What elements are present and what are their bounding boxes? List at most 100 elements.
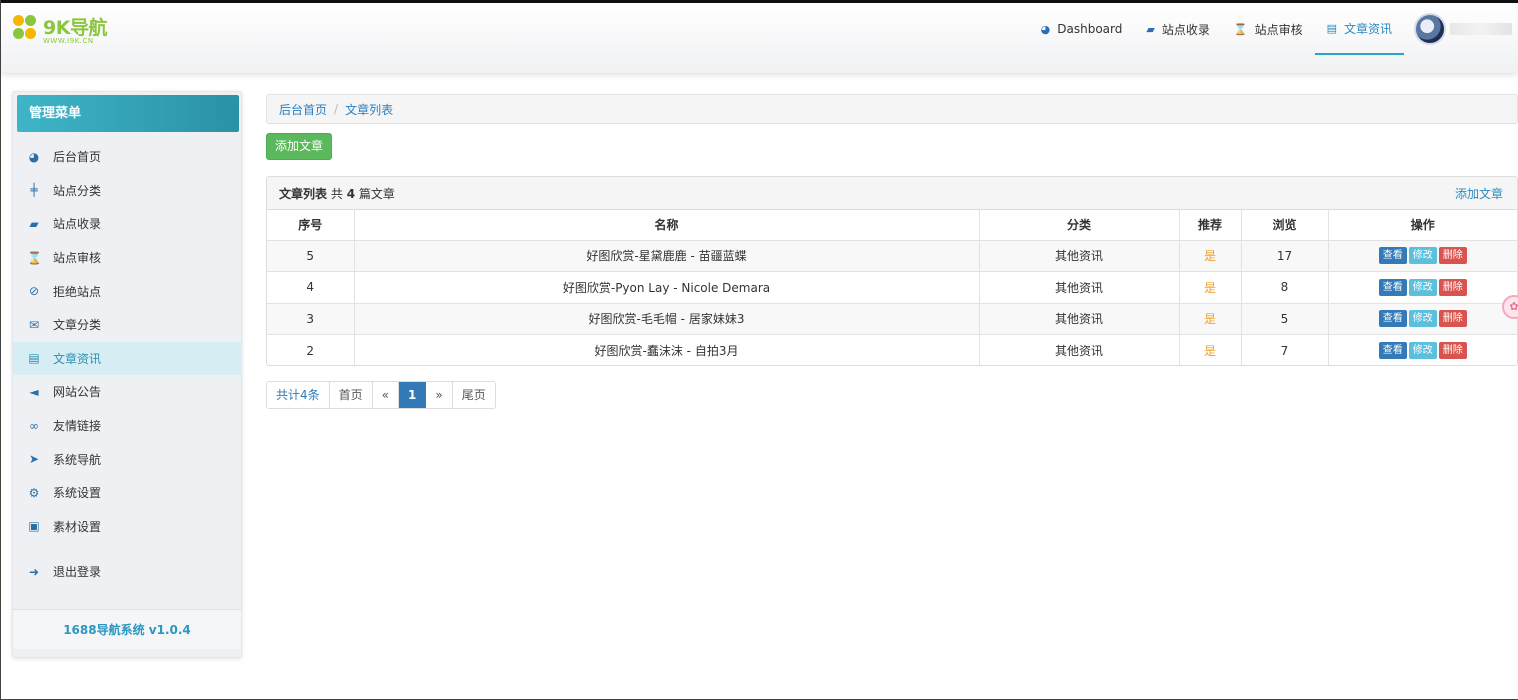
delete-button[interactable]: 删除 <box>1438 247 1467 265</box>
column-header-category: 分类 <box>979 210 1180 241</box>
panel-summary-suffix: 篇文章 <box>358 186 395 201</box>
panel-header: 文章列表 共 4 篇文章 添加文章 <box>267 177 1517 210</box>
article-count: 4 <box>346 186 356 201</box>
cell-name: 好图欣赏-星黛鹿鹿 - 苗疆蓝蝶 <box>354 240 980 272</box>
sidebar-item-label: 后台首页 <box>53 150 102 165</box>
pagination: 共计4条 首页 « 1 » 尾页 <box>266 381 496 409</box>
table-row: 3 好图欣赏-毛毛帽 - 居家妹妹3 其他资讯 是 5 查看 修改 删除 <box>267 303 1517 335</box>
pagination-first[interactable]: 首页 <box>329 382 373 408</box>
topnav-site-review[interactable]: ⌛ 站点审核 <box>1222 3 1315 55</box>
edit-button[interactable]: 修改 <box>1408 278 1437 296</box>
user-menu[interactable] <box>1404 3 1518 55</box>
table-header-row: 序号 名称 分类 推荐 浏览 操作 <box>267 210 1517 241</box>
cell-recommend: 是 <box>1179 240 1242 272</box>
view-button[interactable]: 查看 <box>1378 310 1407 328</box>
gear-icon: ⚙ <box>28 485 40 500</box>
delete-button[interactable]: 删除 <box>1438 278 1467 296</box>
dashboard-icon: ◕ <box>1040 22 1051 36</box>
location-arrow-icon: ➤ <box>28 452 40 467</box>
newspaper-icon: ▤ <box>28 351 40 366</box>
pagination-last[interactable]: 尾页 <box>452 382 495 408</box>
pagination-prev[interactable]: « <box>372 382 399 408</box>
sidebar-item-label: 退出登录 <box>53 565 102 580</box>
cell-id: 3 <box>267 303 355 335</box>
column-header-recommend: 推荐 <box>1179 210 1242 241</box>
cell-actions: 查看 修改 删除 <box>1328 240 1517 272</box>
sidebar-item-site-submission[interactable]: ▰ 站点收录 <box>13 207 241 241</box>
add-article-button[interactable]: 添加文章 <box>266 133 332 160</box>
sidebar-item-label: 站点收录 <box>53 217 102 232</box>
sidebar-item-announcements[interactable]: ◄ 网站公告 <box>13 375 241 409</box>
breadcrumb-home-link[interactable]: 后台首页 <box>279 101 327 118</box>
topnav-label: 文章资讯 <box>1343 21 1392 36</box>
sidebar-item-articles[interactable]: ▤ 文章资讯 <box>13 341 241 376</box>
signpost-icon: ╪ <box>30 183 38 198</box>
view-button[interactable]: 查看 <box>1378 278 1407 296</box>
article-list-panel: 文章列表 共 4 篇文章 添加文章 序号 名称 分类 推荐 浏览 操作 5 好图… <box>266 176 1518 366</box>
logo-petal <box>13 15 24 26</box>
cell-name: 好图欣赏-毛毛帽 - 居家妹妹3 <box>354 303 980 335</box>
sidebar-item-site-categories[interactable]: ╪ 站点分类 <box>13 174 241 208</box>
cell-views: 17 <box>1241 240 1329 272</box>
delete-button[interactable]: 删除 <box>1438 310 1467 328</box>
sidebar-item-logout[interactable]: ➜ 退出登录 <box>13 555 241 589</box>
sidebar-item-site-review[interactable]: ⌛ 站点审核 <box>13 241 241 275</box>
sidebar-item-friend-links[interactable]: ∞ 友情链接 <box>13 409 241 443</box>
logo-petal <box>25 28 36 39</box>
cell-views: 8 <box>1241 271 1329 304</box>
newspaper-icon: ▤ <box>1326 21 1337 35</box>
pagination-total: 共计4条 <box>267 382 330 408</box>
sidebar-item-media-settings[interactable]: ▣ 素材设置 <box>13 510 241 544</box>
sidebar-item-label: 系统设置 <box>53 486 102 501</box>
cell-recommend: 是 <box>1179 271 1242 304</box>
panel-title-text: 文章列表 <box>279 186 328 201</box>
view-button[interactable]: 查看 <box>1378 342 1407 359</box>
add-article-link[interactable]: 添加文章 <box>1455 185 1503 202</box>
breadcrumb-current[interactable]: 文章列表 <box>345 101 393 118</box>
site-logo[interactable]: 9K导航 WWW.I9K.CN <box>11 11 121 51</box>
table-row: 4 好图欣赏-Pyon Lay - Nicole Demara 其他资讯 是 8… <box>267 271 1517 304</box>
sidebar-item-label: 文章资讯 <box>53 351 102 366</box>
view-button[interactable]: 查看 <box>1378 247 1407 265</box>
cell-category: 其他资讯 <box>979 271 1180 304</box>
column-header-actions: 操作 <box>1328 210 1517 241</box>
hourglass-icon: ⌛ <box>27 250 42 265</box>
logo-text: 9K导航 <box>43 17 107 39</box>
top-navigation: ◕ Dashboard ▰ 站点收录 ⌛ 站点审核 ▤ 文章资讯 <box>1029 3 1518 73</box>
delete-button[interactable]: 删除 <box>1438 342 1467 359</box>
edit-button[interactable]: 修改 <box>1408 310 1437 328</box>
pagination-current-page[interactable]: 1 <box>399 382 427 408</box>
sidebar-item-system-settings[interactable]: ⚙ 系统设置 <box>13 476 241 510</box>
cell-recommend: 是 <box>1179 334 1242 365</box>
sidebar-item-article-categories[interactable]: ✉ 文章分类 <box>13 308 241 342</box>
envelope-icon: ✉ <box>28 317 40 332</box>
breadcrumb: 后台首页 / 文章列表 <box>266 94 1518 124</box>
cell-name: 好图欣赏-Pyon Lay - Nicole Demara <box>354 271 980 304</box>
sign-out-icon: ➜ <box>28 564 40 579</box>
sidebar-item-label: 网站公告 <box>53 385 102 400</box>
sidebar-item-admin-home[interactable]: ◕ 后台首页 <box>13 140 241 174</box>
edit-button[interactable]: 修改 <box>1408 342 1437 359</box>
cell-actions: 查看 修改 删除 <box>1328 335 1517 366</box>
sidebar-item-label: 友情链接 <box>53 419 102 434</box>
topnav-site-submission[interactable]: ▰ 站点收录 <box>1134 3 1221 55</box>
cell-views: 5 <box>1241 303 1329 335</box>
bullhorn-icon: ◄ <box>29 384 39 399</box>
avatar[interactable] <box>1414 13 1446 45</box>
column-header-id: 序号 <box>267 210 355 241</box>
table-row: 2 好图欣赏-蠢沫沫 - 自拍3月 其他资讯 是 7 查看 修改 删除 <box>267 334 1517 366</box>
sidebar-item-rejected-sites[interactable]: ⊘ 拒绝站点 <box>13 274 241 308</box>
pagination-next[interactable]: » <box>426 382 453 408</box>
edit-button[interactable]: 修改 <box>1408 247 1437 265</box>
sidebar-title: 管理菜单 <box>17 95 239 132</box>
cell-category: 其他资讯 <box>979 303 1180 335</box>
top-header: 9K导航 WWW.I9K.CN ◕ Dashboard ▰ 站点收录 ⌛ 站点审… <box>1 3 1518 73</box>
logo-petal <box>13 28 24 39</box>
logo-petal <box>25 15 36 26</box>
sidebar-item-system-nav[interactable]: ➤ 系统导航 <box>13 442 241 476</box>
cell-category: 其他资讯 <box>979 240 1180 272</box>
topnav-articles[interactable]: ▤ 文章资讯 <box>1314 3 1404 55</box>
cell-recommend: 是 <box>1179 303 1242 335</box>
cell-actions: 查看 修改 删除 <box>1328 271 1517 304</box>
topnav-dashboard[interactable]: ◕ Dashboard <box>1029 3 1135 55</box>
